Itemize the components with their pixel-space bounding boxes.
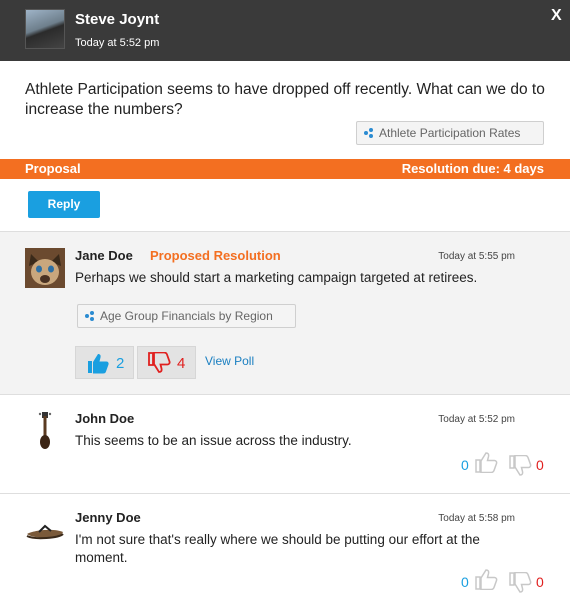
tag-chip-age-group[interactable]: Age Group Financials by Region xyxy=(77,304,296,328)
downvote-count: 4 xyxy=(177,355,186,372)
comment-text: Perhaps we should start a marketing camp… xyxy=(75,270,478,285)
comment-text: I'm not sure that's really where we shou… xyxy=(75,532,480,565)
downvote-count: 0 xyxy=(536,457,544,473)
comment-timestamp: Today at 5:58 pm xyxy=(438,513,515,524)
comment-jenny-doe: Jenny Doe Today at 5:58 pm I'm not sure … xyxy=(0,494,570,606)
author-name[interactable]: Steve Joynt xyxy=(75,11,159,28)
comment-timestamp: Today at 5:55 pm xyxy=(438,251,515,262)
close-button[interactable]: X xyxy=(551,7,562,25)
reply-button[interactable]: Reply xyxy=(28,191,100,218)
cat-avatar xyxy=(25,248,65,288)
upvote-count: 0 xyxy=(461,457,469,473)
comment-text: This seems to be an issue across the ind… xyxy=(75,433,352,448)
resolution-due: Resolution due: 4 days xyxy=(401,161,544,176)
upvote-button[interactable]: 2 xyxy=(75,346,134,379)
proposal-label: Proposal xyxy=(25,161,81,176)
downvote-count: 0 xyxy=(536,574,544,590)
comment-timestamp: Today at 5:52 pm xyxy=(438,414,515,425)
author-avatar xyxy=(25,9,65,49)
upvote-count: 2 xyxy=(116,355,125,372)
thumbs-up-icon xyxy=(88,354,109,374)
comment-john-doe: John Doe Today at 5:52 pm This seems to … xyxy=(0,395,570,493)
upvote-count: 0 xyxy=(461,574,469,590)
post-header: Steve Joynt Today at 5:52 pm X xyxy=(0,0,570,61)
share-icon xyxy=(85,311,95,321)
thumbs-down-icon xyxy=(148,352,171,373)
thumbs-up-icon[interactable] xyxy=(473,568,499,590)
thumbs-up-icon[interactable] xyxy=(473,451,499,473)
downvote-button[interactable]: 4 xyxy=(137,346,196,379)
sandal-avatar xyxy=(25,512,65,552)
view-poll-link[interactable]: View Poll xyxy=(205,354,254,368)
tag-chip-label: Athlete Participation Rates xyxy=(379,126,521,140)
proposed-resolution-label: Proposed Resolution xyxy=(150,248,281,263)
thumbs-down-icon[interactable] xyxy=(507,572,533,594)
post-timestamp: Today at 5:52 pm xyxy=(75,37,160,49)
thumbs-down-icon[interactable] xyxy=(507,455,533,477)
comment-author[interactable]: John Doe xyxy=(75,411,134,426)
guitar-avatar xyxy=(25,410,65,450)
proposal-bar: Proposal Resolution due: 4 days xyxy=(0,159,570,179)
tag-chip-athlete-participation[interactable]: Athlete Participation Rates xyxy=(356,121,544,145)
comment-author[interactable]: Jane Doe xyxy=(75,248,133,263)
tag-chip-label: Age Group Financials by Region xyxy=(100,309,273,323)
comment-author[interactable]: Jenny Doe xyxy=(75,510,141,525)
question-text: Athlete Participation seems to have drop… xyxy=(25,81,545,118)
share-icon xyxy=(364,128,374,138)
comment-jane-doe: Jane Doe Proposed Resolution Today at 5:… xyxy=(0,232,570,394)
